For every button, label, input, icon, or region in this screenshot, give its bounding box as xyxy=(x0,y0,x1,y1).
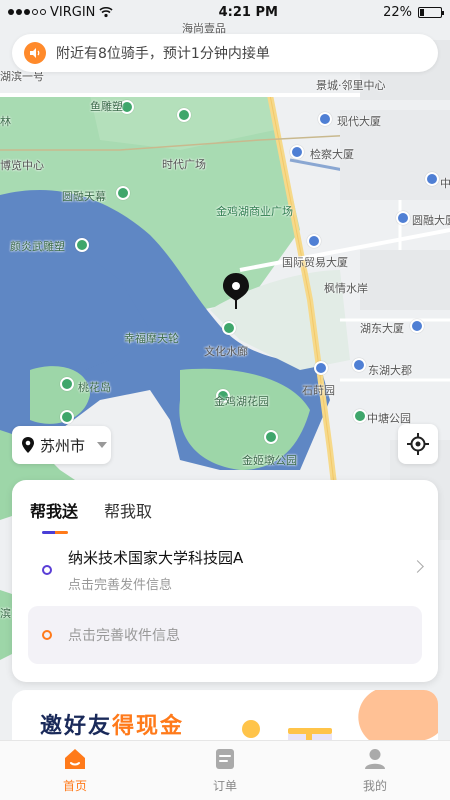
signal-icon xyxy=(8,9,46,15)
battery-level xyxy=(419,8,425,16)
poi-icon[interactable] xyxy=(396,211,410,225)
receiver-hint: 点击完善收件信息 xyxy=(68,628,180,644)
poi-icon[interactable] xyxy=(314,361,328,375)
map-label: 圆融大厦 xyxy=(412,214,450,227)
map-label: 幸福摩天轮 xyxy=(124,332,179,345)
poi-icon[interactable] xyxy=(307,234,321,248)
notice-text: 附近有8位骑手，预计1分钟内接单 xyxy=(56,46,270,62)
order-tabs: 帮我送 帮我取 xyxy=(12,480,438,534)
battery-percent: 22% xyxy=(383,4,412,20)
tabbar-label: 首页 xyxy=(62,779,87,793)
map-label: 中 xyxy=(440,177,450,190)
status-time: 4:21 PM xyxy=(218,4,278,20)
poi-icon[interactable] xyxy=(410,319,424,333)
map-label: 鱼雕塑 xyxy=(90,100,123,113)
sender-hint: 点击完善发件信息 xyxy=(68,578,173,593)
status-left: VIRGIN xyxy=(8,5,113,20)
map-label: 景城·邻里中心 xyxy=(316,79,386,92)
tab-send-for-me[interactable]: 帮我送 xyxy=(30,498,78,534)
map-label: 圆融天幕 xyxy=(62,190,106,203)
city-name: 苏州市 xyxy=(40,436,86,455)
poi-icon[interactable] xyxy=(264,430,278,444)
bottom-tab-bar: 首页 订单 我的 xyxy=(0,740,450,800)
map-label: 林 xyxy=(0,115,11,128)
crosshair-icon xyxy=(407,433,429,455)
poi-icon[interactable] xyxy=(60,410,74,424)
tabbar-label: 我的 xyxy=(362,779,387,793)
order-card: 帮我送 帮我取 纳米技术国家大学科技园A 点击完善发件信息 点击完善收件信息 xyxy=(12,480,438,682)
receiver-info-row[interactable]: 点击完善收件信息 xyxy=(28,606,422,664)
speaker-icon xyxy=(24,42,46,64)
status-right: 22% xyxy=(383,4,444,20)
tabbar-profile[interactable]: 我的 xyxy=(300,741,450,800)
carrier-name: VIRGIN xyxy=(50,4,96,20)
chevron-right-icon xyxy=(411,560,424,573)
poi-icon[interactable] xyxy=(177,108,191,122)
invite-title: 邀好友得现金 xyxy=(40,708,184,740)
map-label: 博览中心 xyxy=(0,159,44,172)
map-label: 金姬墩公园 xyxy=(242,454,297,467)
poi-icon[interactable] xyxy=(425,172,439,186)
sender-info-row[interactable]: 纳米技术国家大学科技园A 点击完善发件信息 xyxy=(12,542,438,598)
locate-me-button[interactable] xyxy=(398,424,438,464)
location-marker-icon xyxy=(22,437,34,453)
city-selector[interactable]: 苏州市 xyxy=(12,426,111,464)
status-bar: VIRGIN 4:21 PM 22% xyxy=(0,0,450,24)
sender-dot-icon xyxy=(42,565,52,575)
battery-icon xyxy=(417,6,444,18)
order-list-icon xyxy=(213,747,237,771)
map-label: 滨 xyxy=(0,607,11,620)
tabbar-label: 订单 xyxy=(212,779,237,793)
tabbar-orders[interactable]: 订单 xyxy=(150,741,300,800)
tab-indicator xyxy=(42,531,68,534)
map-label: 国际贸易大厦 xyxy=(282,256,348,269)
receiver-dot-icon xyxy=(42,630,52,640)
user-icon xyxy=(363,747,387,771)
location-pin-icon xyxy=(222,273,250,313)
map-label: 文化水廊 xyxy=(204,345,248,358)
map-label: 时代广场 xyxy=(162,158,206,171)
map-label: 颜炎武雕塑 xyxy=(10,240,65,253)
map-label: 金鸡湖花园 xyxy=(214,395,269,408)
invite-prefix: 邀好友 xyxy=(40,714,113,739)
rider-notice-bar: 附近有8位骑手，预计1分钟内接单 xyxy=(12,34,438,72)
tab-label: 帮我送 xyxy=(30,502,79,521)
poi-icon[interactable] xyxy=(75,238,89,252)
poi-icon[interactable] xyxy=(290,145,304,159)
map-label: 桃花岛 xyxy=(78,381,111,394)
map-label: 金鸡湖商业广场 xyxy=(216,205,293,218)
poi-icon[interactable] xyxy=(318,112,332,126)
sender-text: 纳米技术国家大学科技园A 点击完善发件信息 xyxy=(68,547,243,593)
home-icon xyxy=(63,747,87,771)
invite-highlight: 得现金 xyxy=(112,714,185,739)
map-label: 石莳园 xyxy=(302,384,335,397)
coin-icon xyxy=(242,720,260,738)
map-label: 湖东大厦 xyxy=(360,322,404,335)
map-label: 东湖大郡 xyxy=(368,364,412,377)
map-label: 现代大厦 xyxy=(337,115,381,128)
poi-icon[interactable] xyxy=(353,409,367,423)
poi-icon[interactable] xyxy=(116,186,130,200)
map-label: 枫情水岸 xyxy=(324,282,368,295)
poi-icon[interactable] xyxy=(222,321,236,335)
map-label: 检察大厦 xyxy=(310,148,354,161)
tab-pick-up-for-me[interactable]: 帮我取 xyxy=(104,498,152,534)
chevron-down-icon xyxy=(97,442,108,448)
tab-label: 帮我取 xyxy=(104,502,153,521)
tabbar-home[interactable]: 首页 xyxy=(0,741,150,800)
poi-icon[interactable] xyxy=(352,358,366,372)
poi-icon[interactable] xyxy=(60,377,74,391)
sender-address: 纳米技术国家大学科技园A xyxy=(68,549,244,567)
wifi-icon xyxy=(99,6,113,18)
